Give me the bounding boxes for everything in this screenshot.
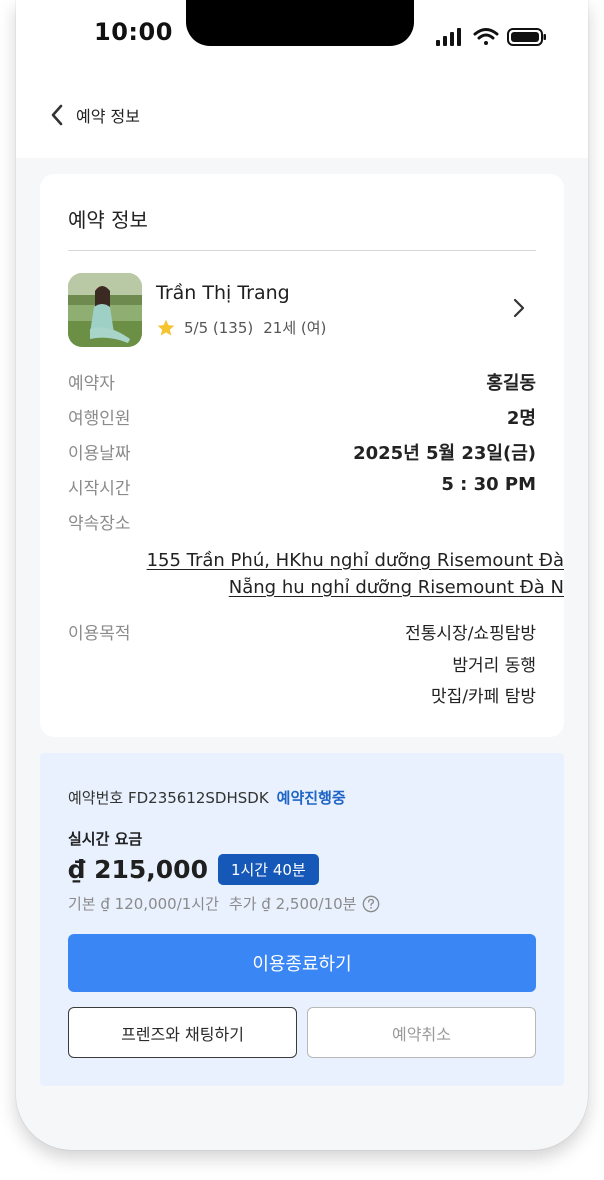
card-title: 예약 정보 [68,208,148,232]
status-badge: 예약진행중 [276,789,346,807]
detail-label: 시작시간 [68,479,131,499]
status-time: 10:00 [94,18,173,46]
reservation-info-card: 예약 정보 Trần Thị Trang 5/5 (135) 21세 (여) 예… [40,174,564,737]
meeting-place-address[interactable]: 155 Trần Phú, HKhu nghỉ dưỡng Risemount … [124,547,564,601]
current-price: ₫ 215,000 [68,854,208,884]
star-icon [157,319,175,335]
payment-card: 예약번호 FD235612SDHSDK 예약진행중 실시간 요금 ₫ 215,00… [40,753,564,1086]
page-title: 예약 정보 [76,107,140,126]
detail-label: 예약자 [68,374,115,394]
chevron-right-icon[interactable] [512,297,526,319]
battery-icon [507,28,546,46]
extra-rate: 추가 ₫ 2,500/10분 [228,895,357,913]
price-row: ₫ 215,000 1시간 40분 [68,853,319,885]
detail-label: 약속장소 [68,514,131,534]
detail-label: 여행인원 [68,409,131,429]
purpose-item: 전통시장/쇼핑탐방 [405,624,536,644]
detail-row-booker: 예약자 홍길동 [68,365,536,400]
purpose-item: 맛집/카페 탐방 [431,687,536,707]
detail-row-meeting-place: 약속장소 [68,505,536,540]
purpose-label: 이용목적 [68,624,131,644]
navigation-bar: 예약 정보 [46,98,140,132]
detail-value: 홍길동 [486,373,536,394]
reservation-details: 예약자 홍길동 여행인원 2명 이용날짜 2025년 5월 23일(금) 시작시… [68,365,536,540]
detail-value: 2명 [506,408,536,429]
friend-age-gender: 21세 (여) [263,319,327,337]
purpose-item: 밤거리 동행 [452,655,536,676]
purpose-list: 전통시장/쇼핑탐방 밤거리 동행 맛집/카페 탐방 [405,619,536,714]
friend-profile[interactable]: Trần Thị Trang 5/5 (135) 21세 (여) [68,273,536,347]
chevron-left-icon[interactable] [46,98,68,132]
address-line: Nẵng hu nghỉ dưỡng Risemount Đà N [228,577,564,598]
rate-info: 기본 ₫ 120,000/1시간 추가 ₫ 2,500/10분 [68,893,380,914]
wifi-icon [473,28,499,45]
friend-rating: 5/5 (135) [184,318,254,337]
cancel-reservation-button[interactable]: 예약취소 [307,1007,536,1058]
detail-row-date: 이용날짜 2025년 5월 23일(금) [68,435,536,470]
divider [68,250,536,251]
avatar [68,273,142,347]
status-icons [434,26,550,48]
reservation-number-text: 예약번호 FD235612SDHSDK [68,789,269,807]
chat-with-friend-button[interactable]: 프렌즈와 채팅하기 [68,1007,297,1058]
detail-label: 이용날짜 [68,444,131,464]
reservation-number: 예약번호 FD235612SDHSDK 예약진행중 [68,787,346,808]
detail-value: 5 : 30 PM [441,474,536,495]
friend-name: Trần Thị Trang [156,282,290,304]
notch [186,0,414,46]
detail-row-start-time: 시작시간 5 : 30 PM [68,470,536,505]
end-service-button[interactable]: 이용종료하기 [68,934,536,992]
duration-badge: 1시간 40분 [217,853,319,885]
detail-row-party-size: 여행인원 2명 [68,400,536,435]
friend-meta: 5/5 (135) 21세 (여) [156,317,326,338]
address-line: 155 Trần Phú, HKhu nghỉ dưỡng Risemount … [146,550,564,571]
realtime-fee-label: 실시간 요금 [68,830,143,848]
signal-icon [436,28,461,46]
phone-frame: 10:00 예약 정보 예약 정보 Trần Thị Trang 5/5 (13… [16,0,588,1150]
detail-value: 2025년 5월 23일(금) [353,443,536,464]
question-circle-icon[interactable] [362,895,380,913]
base-rate: 기본 ₫ 120,000/1시간 [68,895,219,913]
